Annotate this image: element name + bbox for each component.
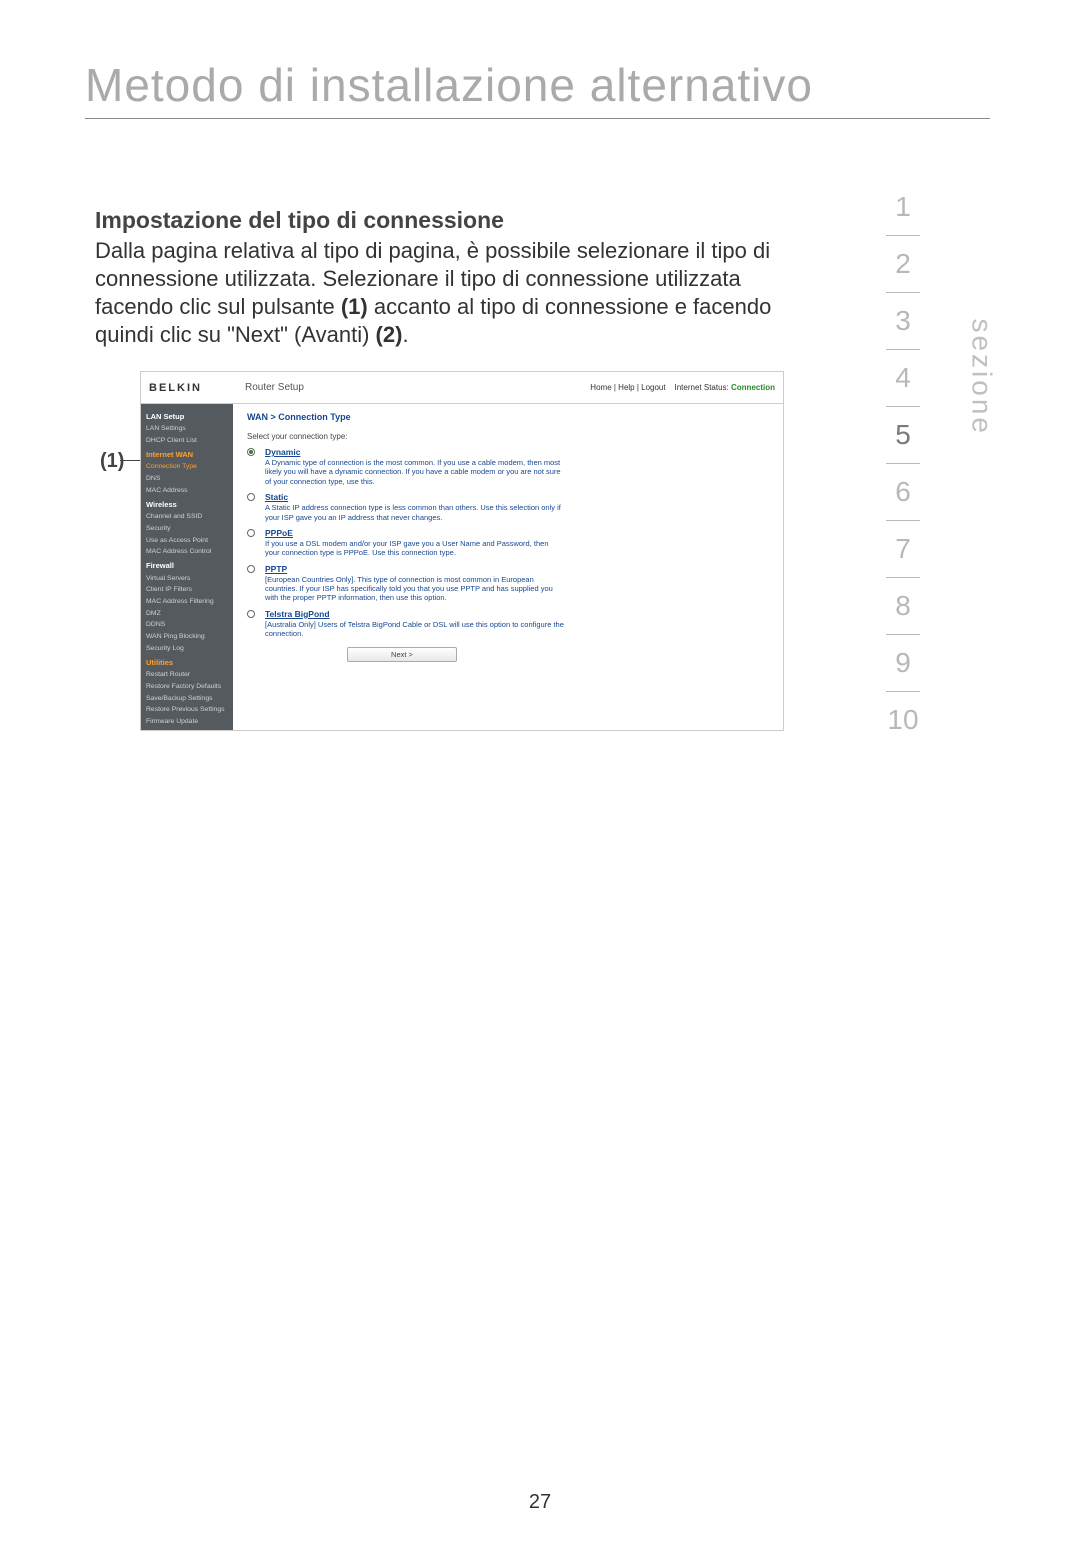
- sidebar: LAN Setup LAN Settings DHCP Client List Int…: [141, 404, 233, 730]
- option-desc: If you use a DSL modem and/or your ISP g…: [265, 539, 565, 558]
- sidebar-item-dns[interactable]: DNS: [146, 474, 228, 484]
- section-nav-divider: [886, 691, 920, 692]
- section-nav-6[interactable]: 6: [895, 470, 911, 514]
- option-telstra-bigpond[interactable]: Telstra BigPond[Australia Only] Users of…: [247, 609, 769, 639]
- router-setup-screenshot: BELKIN Router Setup Home | Help | Logout…: [140, 371, 784, 731]
- page-title: Metodo di installazione alternativo: [85, 58, 813, 112]
- radio-telstra-bigpond[interactable]: [247, 610, 255, 618]
- radio-pppoe[interactable]: [247, 529, 255, 537]
- option-title[interactable]: Telstra BigPond: [265, 609, 769, 619]
- option-desc: [Australia Only] Users of Telstra BigPon…: [265, 620, 565, 639]
- sidebar-item-dhcp-client-list[interactable]: DHCP Client List: [146, 436, 228, 446]
- section-heading: Impostazione del tipo di connessione: [95, 207, 504, 234]
- next-button[interactable]: Next >: [347, 647, 457, 662]
- section-nav-4[interactable]: 4: [895, 356, 911, 400]
- sidebar-item-use-as-access-point[interactable]: Use as Access Point: [146, 536, 228, 546]
- header-links[interactable]: Home | Help | Logout: [590, 383, 665, 392]
- sidebar-grp-wireless: Wireless: [146, 499, 228, 510]
- sidebar-item-lan-settings[interactable]: LAN Settings: [146, 424, 228, 434]
- option-pptp[interactable]: PPTP[European Countries Only]. This type…: [247, 564, 769, 603]
- connection-options: DynamicA Dynamic type of connection is t…: [247, 447, 769, 639]
- breadcrumb: WAN > Connection Type: [247, 412, 769, 422]
- sidebar-item-dmz[interactable]: DMZ: [146, 609, 228, 619]
- app-header-right: Home | Help | Logout Internet Status: Co…: [590, 383, 783, 392]
- section-nav-2[interactable]: 2: [895, 242, 911, 286]
- section-nav-divider: [886, 577, 920, 578]
- app-header-title: Router Setup: [233, 382, 590, 393]
- radio-pptp[interactable]: [247, 565, 255, 573]
- sidebar-item-client-ip-filters[interactable]: Client IP Filters: [146, 585, 228, 595]
- section-nav: 1 2 3 4 5 6 7 8 9 10: [886, 185, 920, 742]
- section-nav-1[interactable]: 1: [895, 185, 911, 229]
- app-header: BELKIN Router Setup Home | Help | Logout…: [141, 372, 783, 404]
- sidebar-item-security-log[interactable]: Security Log: [146, 644, 228, 654]
- body-paragraph: Dalla pagina relativa al tipo di pagina,…: [95, 237, 800, 350]
- option-title[interactable]: PPTP: [265, 564, 769, 574]
- sidebar-item-mac-address-filtering[interactable]: MAC Address Filtering: [146, 597, 228, 607]
- section-nav-divider: [886, 406, 920, 407]
- sidebar-item-firmware-update[interactable]: Firmware Update: [146, 717, 228, 727]
- sidebar-item-wan-ping-blocking[interactable]: WAN Ping Blocking: [146, 632, 228, 642]
- sidebar-item-restore-previous-settings[interactable]: Restore Previous Settings: [146, 705, 228, 715]
- option-title[interactable]: PPPoE: [265, 528, 769, 538]
- sidebar-item-save-backup-settings[interactable]: Save/Backup Settings: [146, 694, 228, 704]
- option-dynamic[interactable]: DynamicA Dynamic type of connection is t…: [247, 447, 769, 486]
- callout-1-label: (1): [100, 450, 124, 473]
- option-title[interactable]: Dynamic: [265, 447, 769, 457]
- section-nav-divider: [886, 235, 920, 236]
- section-nav-8[interactable]: 8: [895, 584, 911, 628]
- prompt-text: Select your connection type:: [247, 432, 769, 441]
- sidebar-item-system-settings[interactable]: System Settings: [146, 729, 228, 730]
- option-static[interactable]: StaticA Static IP address connection typ…: [247, 492, 769, 522]
- section-nav-divider: [886, 463, 920, 464]
- internet-status-value: Connection: [731, 383, 775, 392]
- section-nav-divider: [886, 520, 920, 521]
- sidebar-item-mac-address[interactable]: MAC Address: [146, 486, 228, 496]
- internet-status-label: Internet Status:: [675, 383, 729, 392]
- sidebar-item-connection-type[interactable]: Connection Type: [146, 462, 228, 472]
- section-label: sezione: [966, 318, 998, 436]
- page-number: 27: [0, 1491, 1080, 1514]
- sidebar-item-channel-and-ssid[interactable]: Channel and SSID: [146, 512, 228, 522]
- section-nav-7[interactable]: 7: [895, 527, 911, 571]
- sidebar-grp-utilities: Utilities: [146, 657, 228, 668]
- sidebar-item-virtual-servers[interactable]: Virtual Servers: [146, 574, 228, 584]
- radio-static[interactable]: [247, 493, 255, 501]
- section-nav-9[interactable]: 9: [895, 641, 911, 685]
- option-pppoe[interactable]: PPPoEIf you use a DSL modem and/or your …: [247, 528, 769, 558]
- section-nav-5[interactable]: 5: [895, 413, 911, 457]
- sidebar-item-restart-router[interactable]: Restart Router: [146, 670, 228, 680]
- section-nav-divider: [886, 349, 920, 350]
- option-desc: [European Countries Only]. This type of …: [265, 575, 565, 603]
- sidebar-grp-firewall: Firewall: [146, 560, 228, 571]
- sidebar-item-security[interactable]: Security: [146, 524, 228, 534]
- sidebar-grp-lan-setup: LAN Setup: [146, 411, 228, 422]
- option-title[interactable]: Static: [265, 492, 769, 502]
- option-desc: A Dynamic type of connection is the most…: [265, 458, 565, 486]
- app-body: LAN Setup LAN Settings DHCP Client List Int…: [141, 404, 783, 730]
- sidebar-grp-internet-wan: Internet WAN: [146, 449, 228, 460]
- main-content: WAN > Connection Type Select your connec…: [233, 404, 783, 730]
- option-desc: A Static IP address connection type is l…: [265, 503, 565, 522]
- sidebar-item-restore-factory-defaults[interactable]: Restore Factory Defaults: [146, 682, 228, 692]
- sidebar-item-ddns[interactable]: DDNS: [146, 620, 228, 630]
- brand-logo: BELKIN: [141, 382, 233, 394]
- section-nav-divider: [886, 292, 920, 293]
- section-nav-divider: [886, 634, 920, 635]
- section-nav-10[interactable]: 10: [887, 698, 918, 742]
- section-nav-3[interactable]: 3: [895, 299, 911, 343]
- sidebar-item-mac-address-control[interactable]: MAC Address Control: [146, 547, 228, 557]
- title-rule: [85, 118, 990, 119]
- radio-dynamic[interactable]: [247, 448, 255, 456]
